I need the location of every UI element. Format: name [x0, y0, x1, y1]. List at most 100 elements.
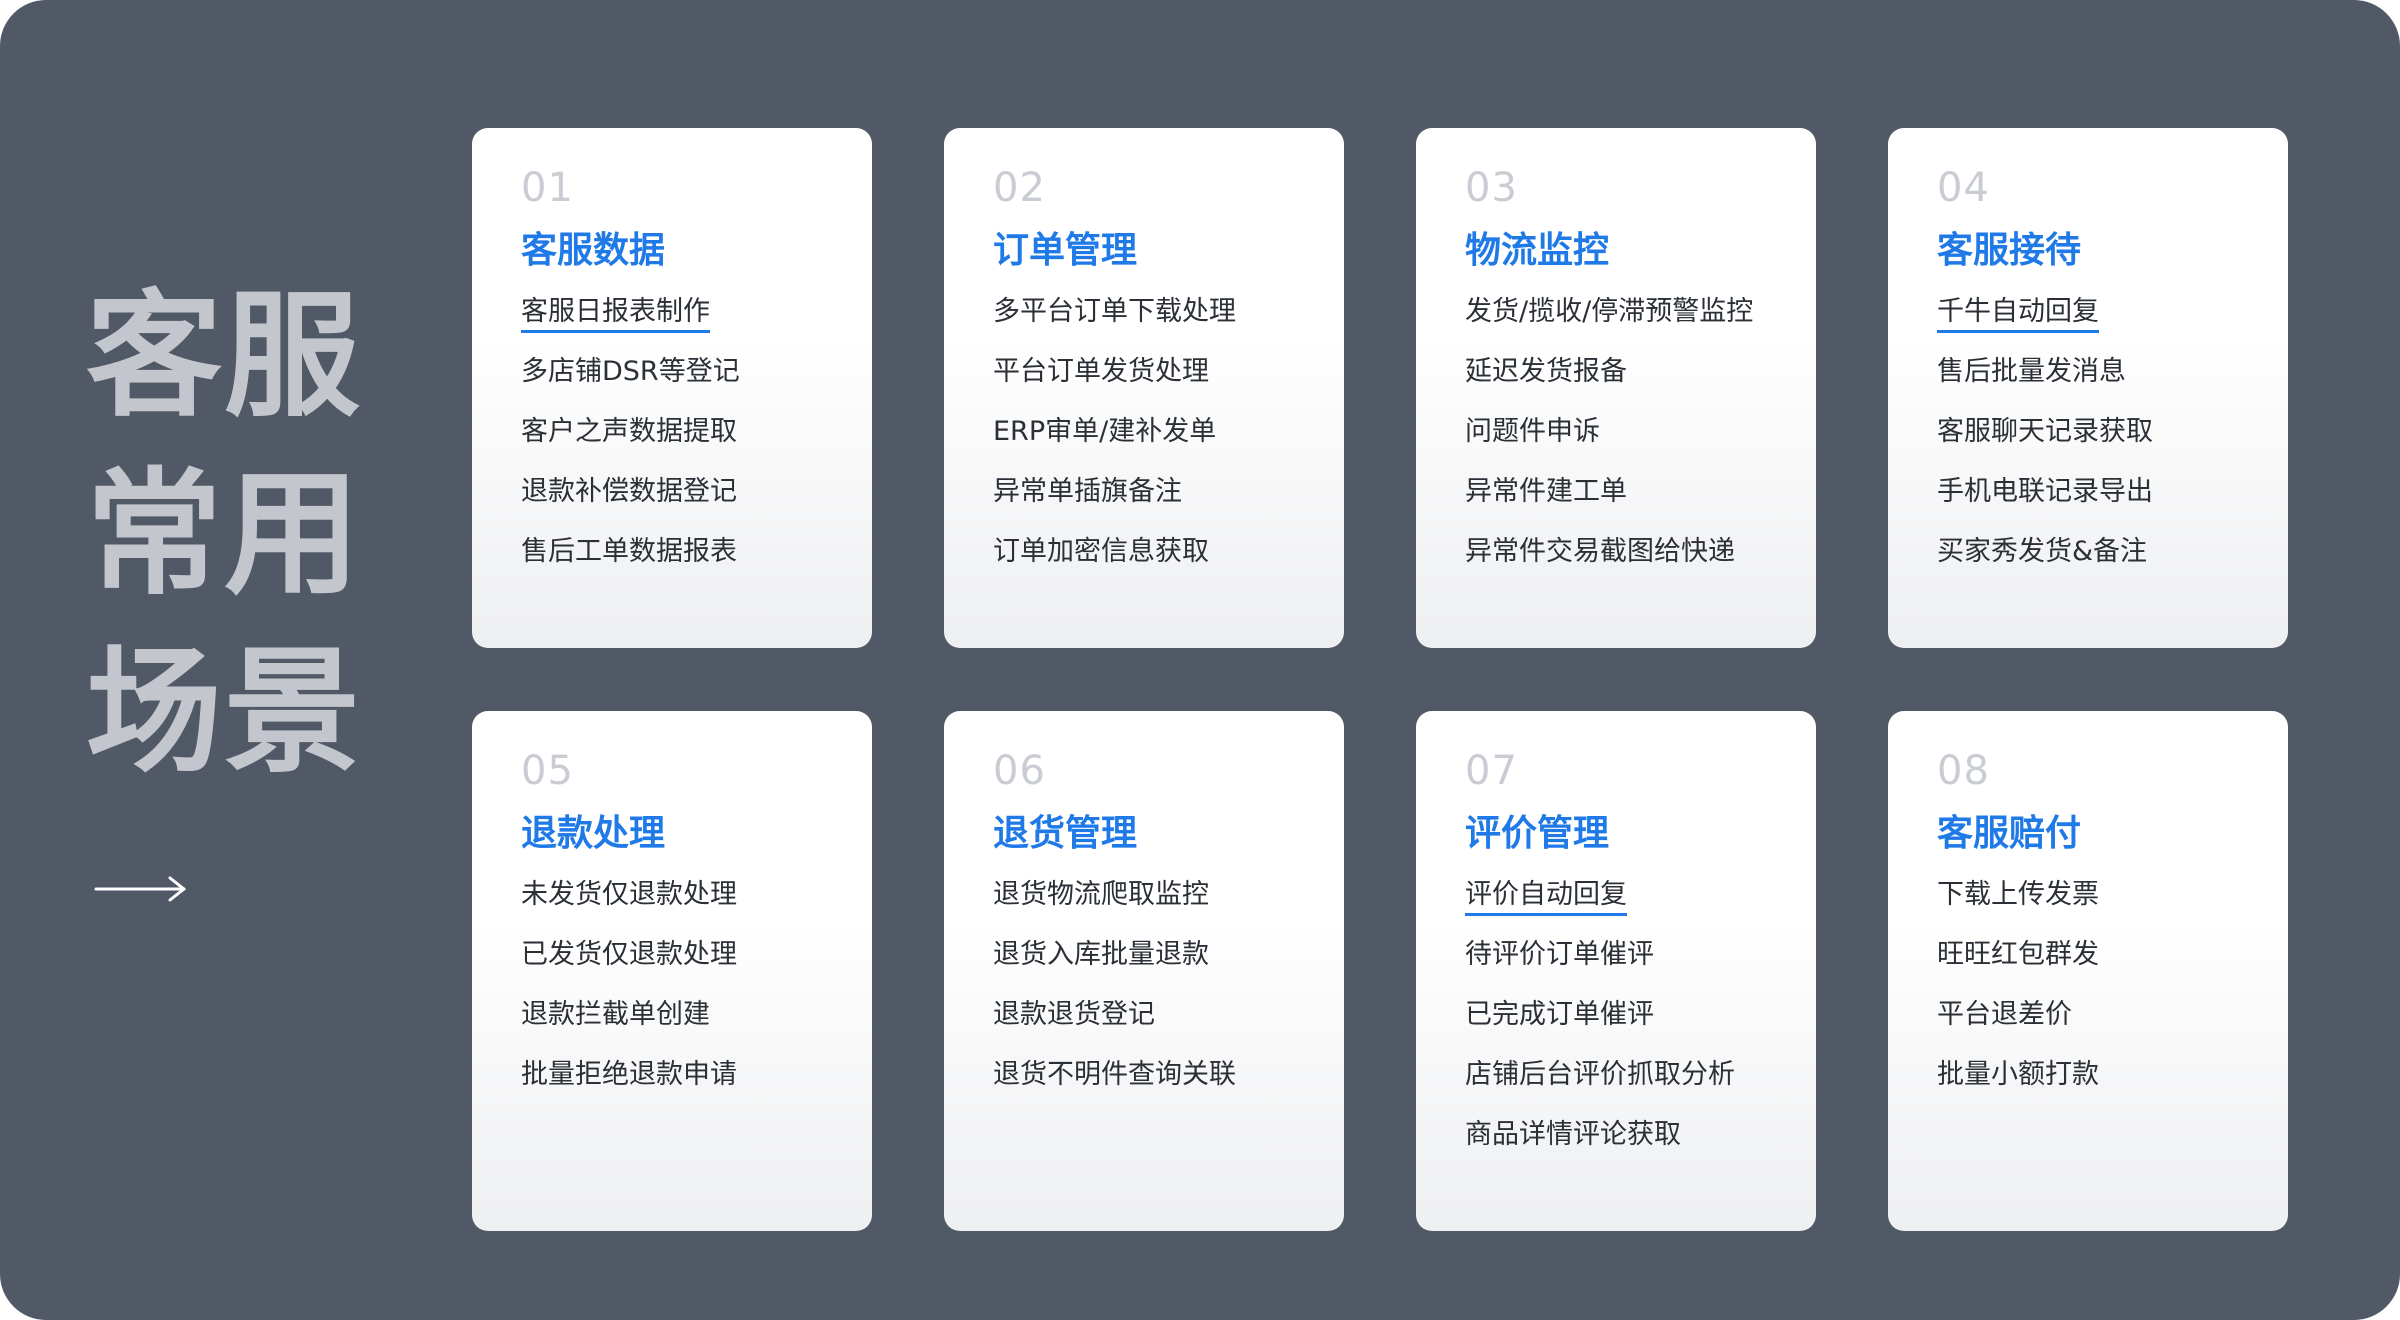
card-item-label[interactable]: 批量小额打款	[1937, 1057, 2099, 1095]
list-item[interactable]: 异常件建工单	[1465, 474, 1776, 534]
list-item[interactable]: 退货物流爬取监控	[993, 877, 1304, 937]
side-heading-line-3: 场景	[86, 634, 362, 792]
scenario-panel: 客服 常用 场景 01 客服数据 客服日报表制作 多店铺DSR等登记 客户之声数…	[0, 0, 2400, 1320]
list-item[interactable]: 下载上传发票	[1937, 877, 2248, 937]
list-item[interactable]: 批量拒绝退款申请	[521, 1057, 832, 1117]
list-item[interactable]: 客服日报表制作	[521, 294, 832, 354]
side-heading-line-2: 常用	[86, 456, 362, 614]
card-item-label[interactable]: 下载上传发票	[1937, 877, 2099, 915]
arrow-right-icon	[94, 876, 186, 902]
list-item[interactable]: 商品详情评论获取	[1465, 1117, 1776, 1177]
card-item-label[interactable]: 问题件申诉	[1465, 414, 1600, 452]
list-item[interactable]: 未发货仅退款处理	[521, 877, 832, 937]
list-item[interactable]: 平台退差价	[1937, 997, 2248, 1057]
card-item-label[interactable]: 多平台订单下载处理	[993, 294, 1236, 332]
card-title: 客服赔付	[1937, 813, 2082, 854]
list-item[interactable]: 售后工单数据报表	[521, 534, 832, 594]
card-number: 05	[521, 748, 574, 794]
list-item[interactable]: 手机电联记录导出	[1937, 474, 2248, 534]
list-item[interactable]: 待评价订单催评	[1465, 937, 1776, 997]
card-item-list: 发货/揽收/停滞预警监控 延迟发货报备 问题件申诉 异常件建工单 异常件交易截图…	[1465, 294, 1776, 594]
card-number: 07	[1465, 748, 1518, 794]
card-item-label[interactable]: 店铺后台评价抓取分析	[1465, 1057, 1735, 1095]
card-item-label[interactable]: 平台订单发货处理	[993, 354, 1209, 392]
card-item-label[interactable]: 买家秀发货&备注	[1937, 534, 2147, 572]
card-item-label[interactable]: 旺旺红包群发	[1937, 937, 2099, 975]
card-number: 04	[1937, 165, 1990, 211]
list-item[interactable]: 订单加密信息获取	[993, 534, 1304, 594]
scenario-card-01: 01 客服数据 客服日报表制作 多店铺DSR等登记 客户之声数据提取 退款补偿数…	[472, 128, 872, 648]
list-item[interactable]: 多店铺DSR等登记	[521, 354, 832, 414]
card-item-list: 下载上传发票 旺旺红包群发 平台退差价 批量小额打款	[1937, 877, 2248, 1117]
card-title: 退货管理	[993, 813, 1138, 854]
card-item-label[interactable]: 退货入库批量退款	[993, 937, 1209, 975]
card-item-label[interactable]: 退款拦截单创建	[521, 997, 710, 1035]
card-number: 02	[993, 165, 1046, 211]
list-item[interactable]: 批量小额打款	[1937, 1057, 2248, 1117]
card-item-label[interactable]: 异常单插旗备注	[993, 474, 1182, 512]
card-item-label[interactable]: 客服日报表制作	[521, 294, 710, 333]
card-item-label[interactable]: 客户之声数据提取	[521, 414, 737, 452]
list-item[interactable]: 多平台订单下载处理	[993, 294, 1304, 354]
card-number: 03	[1465, 165, 1518, 211]
card-item-label[interactable]: 批量拒绝退款申请	[521, 1057, 737, 1095]
card-item-label[interactable]: 退货不明件查询关联	[993, 1057, 1236, 1095]
list-item[interactable]: 问题件申诉	[1465, 414, 1776, 474]
list-item[interactable]: 异常件交易截图给快递	[1465, 534, 1776, 594]
list-item[interactable]: 客户之声数据提取	[521, 414, 832, 474]
list-item[interactable]: 退款退货登记	[993, 997, 1304, 1057]
card-item-label[interactable]: ERP审单/建补发单	[993, 414, 1216, 452]
list-item[interactable]: 平台订单发货处理	[993, 354, 1304, 414]
scenario-card-03: 03 物流监控 发货/揽收/停滞预警监控 延迟发货报备 问题件申诉 异常件建工单…	[1416, 128, 1816, 648]
list-item[interactable]: 店铺后台评价抓取分析	[1465, 1057, 1776, 1117]
card-title: 客服数据	[521, 230, 666, 271]
card-item-label[interactable]: 退款退货登记	[993, 997, 1155, 1035]
card-item-label[interactable]: 千牛自动回复	[1937, 294, 2099, 333]
card-item-label[interactable]: 售后工单数据报表	[521, 534, 737, 572]
card-item-label[interactable]: 评价自动回复	[1465, 877, 1627, 916]
list-item[interactable]: 千牛自动回复	[1937, 294, 2248, 354]
list-item[interactable]: 旺旺红包群发	[1937, 937, 2248, 997]
card-item-label[interactable]: 待评价订单催评	[1465, 937, 1654, 975]
card-item-label[interactable]: 平台退差价	[1937, 997, 2072, 1035]
card-item-label[interactable]: 未发货仅退款处理	[521, 877, 737, 915]
list-item[interactable]: 退款拦截单创建	[521, 997, 832, 1057]
card-item-list: 退货物流爬取监控 退货入库批量退款 退款退货登记 退货不明件查询关联	[993, 877, 1304, 1117]
card-item-list: 客服日报表制作 多店铺DSR等登记 客户之声数据提取 退款补偿数据登记 售后工单…	[521, 294, 832, 594]
card-item-label[interactable]: 订单加密信息获取	[993, 534, 1209, 572]
scenario-card-06: 06 退货管理 退货物流爬取监控 退货入库批量退款 退款退货登记 退货不明件查询…	[944, 711, 1344, 1231]
scenario-card-04: 04 客服接待 千牛自动回复 售后批量发消息 客服聊天记录获取 手机电联记录导出…	[1888, 128, 2288, 648]
list-item[interactable]: 发货/揽收/停滞预警监控	[1465, 294, 1776, 354]
card-item-label[interactable]: 已发货仅退款处理	[521, 937, 737, 975]
list-item[interactable]: 售后批量发消息	[1937, 354, 2248, 414]
card-item-label[interactable]: 已完成订单催评	[1465, 997, 1654, 1035]
scenario-card-02: 02 订单管理 多平台订单下载处理 平台订单发货处理 ERP审单/建补发单 异常…	[944, 128, 1344, 648]
card-item-label[interactable]: 退款补偿数据登记	[521, 474, 737, 512]
card-number: 08	[1937, 748, 1990, 794]
list-item[interactable]: 评价自动回复	[1465, 877, 1776, 937]
list-item[interactable]: 退货入库批量退款	[993, 937, 1304, 997]
card-number: 06	[993, 748, 1046, 794]
list-item[interactable]: 已完成订单催评	[1465, 997, 1776, 1057]
list-item[interactable]: 买家秀发货&备注	[1937, 534, 2248, 594]
list-item[interactable]: 延迟发货报备	[1465, 354, 1776, 414]
card-item-list: 多平台订单下载处理 平台订单发货处理 ERP审单/建补发单 异常单插旗备注 订单…	[993, 294, 1304, 594]
card-item-label[interactable]: 商品详情评论获取	[1465, 1117, 1681, 1155]
card-item-label[interactable]: 异常件交易截图给快递	[1465, 534, 1735, 572]
list-item[interactable]: 客服聊天记录获取	[1937, 414, 2248, 474]
list-item[interactable]: 异常单插旗备注	[993, 474, 1304, 534]
list-item[interactable]: 退款补偿数据登记	[521, 474, 832, 534]
list-item[interactable]: 已发货仅退款处理	[521, 937, 832, 997]
card-item-label[interactable]: 发货/揽收/停滞预警监控	[1465, 294, 1753, 332]
card-item-label[interactable]: 延迟发货报备	[1465, 354, 1627, 392]
list-item[interactable]: 退货不明件查询关联	[993, 1057, 1304, 1117]
card-item-label[interactable]: 异常件建工单	[1465, 474, 1627, 512]
scenario-card-08: 08 客服赔付 下载上传发票 旺旺红包群发 平台退差价 批量小额打款	[1888, 711, 2288, 1231]
card-item-label[interactable]: 多店铺DSR等登记	[521, 354, 740, 392]
card-item-label[interactable]: 售后批量发消息	[1937, 354, 2126, 392]
card-item-label[interactable]: 退货物流爬取监控	[993, 877, 1209, 915]
scenario-card-05: 05 退款处理 未发货仅退款处理 已发货仅退款处理 退款拦截单创建 批量拒绝退款…	[472, 711, 872, 1231]
card-item-label[interactable]: 客服聊天记录获取	[1937, 414, 2153, 452]
list-item[interactable]: ERP审单/建补发单	[993, 414, 1304, 474]
card-item-label[interactable]: 手机电联记录导出	[1937, 474, 2153, 512]
